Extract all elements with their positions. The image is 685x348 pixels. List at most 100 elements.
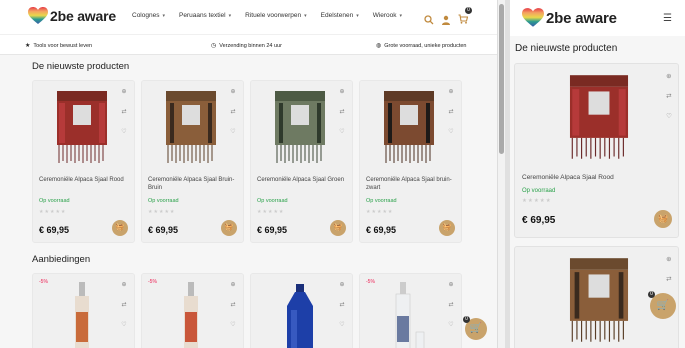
wishlist-heart-icon[interactable]: ♡ <box>119 127 129 137</box>
product-image-cologne-bottle <box>184 282 198 348</box>
product-image-scarf-brown <box>569 258 629 342</box>
floating-cart-button[interactable]: 0 🛒 <box>463 316 487 340</box>
zoom-icon[interactable]: ⊕ <box>446 280 456 290</box>
chevron-down-icon: ▾ <box>399 12 403 19</box>
add-to-cart-button[interactable]: 🧺 <box>654 210 672 228</box>
zoom-icon[interactable]: ⊕ <box>666 72 672 80</box>
chevron-down-icon: ▾ <box>228 12 232 19</box>
site-logo[interactable]: 2be aware <box>28 7 116 25</box>
product-image-blue-bottle <box>287 284 313 348</box>
product-actions: ⊕ ⇄ ♡ <box>446 87 456 137</box>
zoom-icon[interactable]: ⊕ <box>446 87 456 97</box>
product-card[interactable]: ⊕ ⇄ ♡ Ceremoniële Alpaca Sjaal Rood Op v… <box>514 63 679 238</box>
star-icon: ★ <box>25 43 31 49</box>
compare-icon[interactable]: ⇄ <box>666 275 672 283</box>
wishlist-heart-icon[interactable]: ♡ <box>228 320 238 330</box>
compare-icon[interactable]: ⇄ <box>119 107 129 117</box>
compare-icon[interactable]: ⇄ <box>337 300 347 310</box>
discount-tag: -5% <box>39 279 48 285</box>
compare-icon[interactable]: ⇄ <box>228 107 238 117</box>
zoom-icon[interactable]: ⊕ <box>119 87 129 97</box>
wishlist-heart-icon[interactable]: ♡ <box>337 127 347 137</box>
wishlist-heart-icon[interactable]: ♡ <box>666 112 672 120</box>
screenshot-frame: 2be aware Colognes ▾ Peruaans textiel ▾ Ri… <box>0 0 685 348</box>
section-title-newest: De nieuwste producten <box>515 43 618 54</box>
product-price: € 69,95 <box>522 215 556 226</box>
product-price: € 69,95 <box>366 225 397 235</box>
brand-name: 2be aware <box>546 9 617 27</box>
compare-icon[interactable]: ⇄ <box>446 107 456 117</box>
wishlist-heart-icon[interactable]: ♡ <box>446 320 456 330</box>
zoom-icon[interactable]: ⊕ <box>228 280 238 290</box>
header-icons: 0 <box>424 7 472 29</box>
compare-icon[interactable]: ⇄ <box>446 300 456 310</box>
wishlist-heart-icon[interactable]: ♡ <box>446 127 456 137</box>
product-actions: ⊕ ⇄ ♡ <box>228 280 238 330</box>
compare-icon[interactable]: ⇄ <box>119 300 129 310</box>
rating-stars: ★★★★★ <box>522 198 552 204</box>
product-name[interactable]: Ceremoniële Alpaca Sjaal Bruin-Bruin <box>148 176 238 192</box>
nav-item-edelstenen[interactable]: Edelstenen ▾ <box>321 12 359 19</box>
zoom-icon[interactable]: ⊕ <box>119 280 129 290</box>
discount-tag: -5% <box>148 279 157 285</box>
compare-icon[interactable]: ⇄ <box>337 107 347 117</box>
offer-card[interactable]: ⊕ ⇄ ♡ <box>250 273 353 348</box>
cart-count-badge: 0 <box>463 316 470 323</box>
zoom-icon[interactable]: ⊕ <box>666 255 672 263</box>
nav-item-wierook[interactable]: Wierook ▾ <box>373 12 402 19</box>
zoom-icon[interactable]: ⊕ <box>337 280 347 290</box>
stock-status: Op voorraad <box>522 188 556 194</box>
offer-card[interactable]: -5% ⊕ ⇄ ♡ <box>141 273 244 348</box>
zoom-icon[interactable]: ⊕ <box>228 87 238 97</box>
product-actions: ⊕ ⇄ ♡ <box>337 280 347 330</box>
rating-stars: ★★★★★ <box>148 209 176 215</box>
user-icon[interactable] <box>441 15 451 25</box>
add-to-cart-button[interactable]: 🧺 <box>221 220 237 236</box>
vertical-scrollbar[interactable] <box>497 0 505 348</box>
stock-status: Op voorraad <box>257 198 288 204</box>
mobile-header: 2be aware ☰ <box>510 0 685 36</box>
product-price: € 69,95 <box>39 225 70 235</box>
product-name[interactable]: Ceremoniële Alpaca Sjaal Rood <box>39 176 129 184</box>
hamburger-menu-icon[interactable]: ☰ <box>663 13 672 24</box>
nav-item-colognes[interactable]: Colognes ▾ <box>132 12 165 19</box>
product-name[interactable]: Ceremoniële Alpaca Sjaal bruin-zwart <box>366 176 456 192</box>
compare-icon[interactable]: ⇄ <box>666 92 672 100</box>
offer-card[interactable]: -5% ⊕ ⇄ ♡ <box>32 273 135 348</box>
nav-label: Rituele voorwerpen <box>245 12 302 19</box>
desktop-view: 2be aware Colognes ▾ Peruaans textiel ▾ Ri… <box>0 0 497 348</box>
compare-icon[interactable]: ⇄ <box>228 300 238 310</box>
cart-icon <box>458 14 469 24</box>
section-title-offers: Aanbiedingen <box>32 254 91 265</box>
stock-status: Op voorraad <box>366 198 397 204</box>
product-actions: ⊕ ⇄ ♡ <box>119 280 129 330</box>
product-name[interactable]: Ceremoniële Alpaca Sjaal Groen <box>257 176 347 184</box>
rainbow-heart-icon <box>28 7 48 24</box>
wishlist-heart-icon[interactable]: ♡ <box>119 320 129 330</box>
add-to-cart-button[interactable]: 🧺 <box>439 220 455 236</box>
search-icon[interactable] <box>424 15 434 25</box>
product-card[interactable]: ⊕ ⇄ ♡ Ceremoniële Alpaca Sjaal Groen Op … <box>250 80 353 243</box>
stock-status: Op voorraad <box>148 198 179 204</box>
wishlist-heart-icon[interactable]: ♡ <box>228 127 238 137</box>
product-card[interactable]: ⊕ ⇄ ♡ Ceremoniële Alpaca Sjaal Bruin-Bru… <box>141 80 244 243</box>
cart-link[interactable]: 0 <box>458 7 472 29</box>
product-card[interactable]: ⊕ ⇄ ♡ Ceremoniële Alpaca Sjaal Rood Op v… <box>32 80 135 243</box>
product-card[interactable]: ⊕ ⇄ ♡ Ceremoniële Alpaca Sjaal bruin-zwa… <box>359 80 462 243</box>
product-name[interactable]: Ceremoniële Alpaca Sjaal Rood <box>522 174 614 181</box>
usp-item: ◷ Verzending binnen 24 uur <box>211 42 282 50</box>
site-header: 2be aware Colognes ▾ Peruaans textiel ▾ Ri… <box>0 0 497 34</box>
nav-label: Edelstenen <box>320 12 354 19</box>
add-to-cart-button[interactable]: 🧺 <box>330 220 346 236</box>
product-actions: ⊕ ⇄ ♡ <box>228 87 238 137</box>
zoom-icon[interactable]: ⊕ <box>337 87 347 97</box>
floating-cart-button[interactable]: 0 🛒 <box>648 291 676 319</box>
offer-card[interactable]: -5% ⊕ ⇄ ♡ <box>359 273 462 348</box>
product-actions: ⊕ ⇄ ♡ <box>666 72 672 120</box>
site-logo[interactable]: 2be aware <box>522 8 617 28</box>
nav-item-rituele-voorwerpen[interactable]: Rituele voorwerpen ▾ <box>245 12 307 19</box>
nav-item-peruaans-textiel[interactable]: Peruaans textiel ▾ <box>179 12 231 19</box>
add-to-cart-button[interactable]: 🧺 <box>112 220 128 236</box>
wishlist-heart-icon[interactable]: ♡ <box>337 320 347 330</box>
scrollbar-thumb[interactable] <box>499 4 504 154</box>
